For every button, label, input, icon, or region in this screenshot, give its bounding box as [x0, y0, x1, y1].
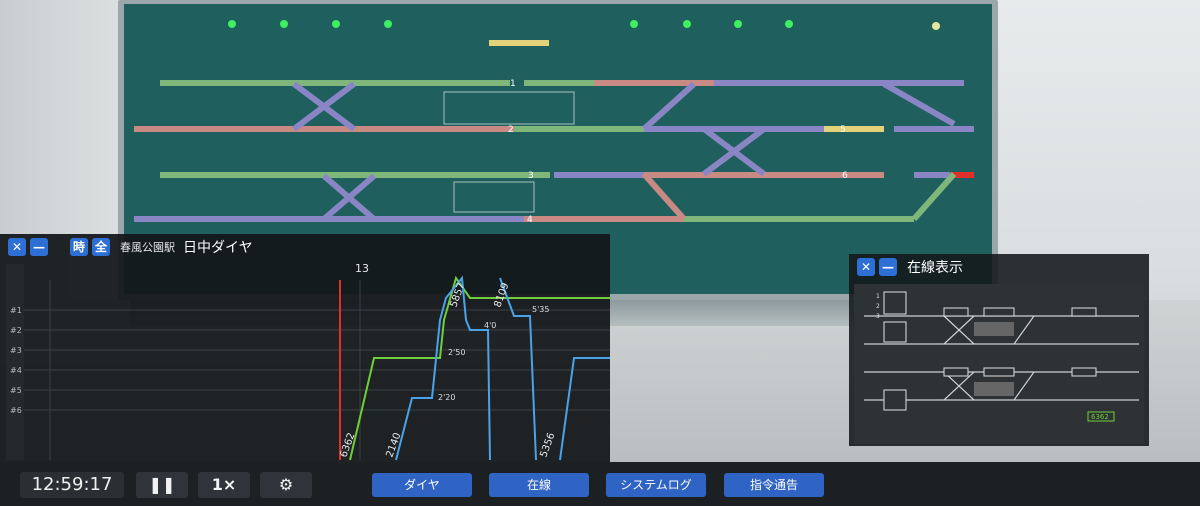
pause-button[interactable]: ❚❚ — [136, 472, 188, 498]
train-number: 5356 — [538, 431, 557, 459]
signal-lamp — [280, 20, 288, 28]
diagram-panel-header: ✕ — 時 全 春風公園駅 日中ダイヤ — [0, 234, 610, 260]
minimize-button[interactable]: — — [879, 258, 897, 276]
bottom-toolbar: 12:59:17 ❚❚ 1× ⚙ ダイヤ 在線 システムログ 指令通告 — [0, 462, 1200, 506]
row-label: #5 — [10, 386, 22, 395]
signal-lamp — [785, 20, 793, 28]
nav-dispatch-button[interactable]: 指令通告 — [724, 473, 824, 497]
signal-lamp — [683, 20, 691, 28]
track-2-right — [644, 126, 824, 132]
crossover — [911, 172, 957, 221]
diagram-chart: 13 #1 #2 #3 #4 #5 #6 6362 2140 5857 8109… — [6, 262, 610, 461]
settings-button[interactable]: ⚙ — [260, 472, 312, 498]
signal-lamp — [228, 20, 236, 28]
speed-button[interactable]: 1× — [198, 472, 250, 498]
time-note: 2'50 — [448, 348, 465, 357]
row-label: #3 — [10, 346, 22, 355]
diagram-panel: ✕ — 時 全 春風公園駅 日中ダイヤ 13 #1 #2 #3 #4 #5 #6 — [0, 234, 610, 462]
all-mode-button[interactable]: 全 — [92, 238, 110, 256]
platform-label: 1 — [876, 293, 880, 300]
station-name: 春風公園駅 — [120, 241, 175, 254]
track-2-mid — [514, 126, 644, 132]
signal-lamp — [384, 20, 392, 28]
close-button[interactable]: ✕ — [857, 258, 875, 276]
time-note: 2'20 — [438, 393, 455, 402]
signal-lamps-row — [228, 20, 940, 30]
time-note: 5'35 — [532, 305, 549, 314]
train-number: 8109 — [492, 281, 511, 309]
train-number: 6362 — [338, 431, 357, 459]
track-3-left — [160, 172, 550, 178]
minimize-button[interactable]: — — [30, 238, 48, 256]
platform-label: 3 — [876, 313, 880, 320]
track-2-occupied — [824, 126, 884, 132]
track-1-route — [594, 80, 714, 86]
row-label: #4 — [10, 366, 22, 375]
signal-lamp — [332, 20, 340, 28]
track-panel-title: 在線表示 — [907, 260, 963, 276]
track-1-left — [160, 80, 510, 86]
diagram-grid — [24, 280, 610, 460]
track-1-right — [714, 80, 964, 86]
track-number: 2 — [508, 125, 514, 135]
train-line-5857 — [349, 275, 610, 461]
track-number: 1 — [510, 79, 516, 89]
gear-icon: ⚙ — [278, 475, 294, 494]
signal-lamp — [630, 20, 638, 28]
track-schematic: 1 2 3 6362 — [854, 284, 1144, 444]
occupied-block — [974, 322, 1014, 336]
occupied-block — [974, 382, 1014, 396]
diagram-row-rail — [6, 264, 24, 460]
pause-icon: ❚❚ — [148, 475, 176, 494]
board-sign-plate — [489, 40, 549, 46]
track-panel-header: ✕ — 在線表示 — [849, 254, 1149, 280]
track-2-exit — [894, 126, 974, 132]
crossover — [641, 172, 687, 221]
diagram-title: 日中ダイヤ — [183, 240, 253, 256]
train-line-8109b — [499, 277, 537, 461]
track-occupancy-panel: ✕ — 在線表示 1 2 3 6362 — [849, 254, 1149, 446]
row-label: #6 — [10, 406, 22, 415]
track-1-mid — [524, 80, 594, 86]
train-line-5356 — [559, 357, 610, 461]
track-3-mid — [554, 172, 644, 178]
nav-system-log-button[interactable]: システムログ — [606, 473, 706, 497]
train-line-8109 — [395, 275, 491, 461]
track-number: 4 — [527, 215, 533, 225]
close-button[interactable]: ✕ — [8, 238, 26, 256]
board-placard — [443, 91, 575, 125]
platform-label: 2 — [876, 303, 880, 310]
track-number: 6 — [842, 171, 848, 181]
time-note: 4'0 — [484, 321, 496, 330]
crossover — [641, 81, 697, 132]
highlighted-train-number: 6362 — [1091, 413, 1109, 421]
time-mode-button[interactable]: 時 — [70, 238, 88, 256]
hour-label: 13 — [355, 262, 369, 275]
signal-lamp — [734, 20, 742, 28]
nav-track-button[interactable]: 在線 — [489, 473, 589, 497]
track-4-mid — [524, 216, 684, 222]
row-label: #1 — [10, 306, 22, 315]
track-2-left — [134, 126, 514, 132]
board-placard — [453, 181, 535, 213]
nav-diagram-button[interactable]: ダイヤ — [372, 473, 472, 497]
track-4-right — [684, 216, 914, 222]
row-label: #2 — [10, 326, 22, 335]
crossover — [882, 81, 956, 127]
track-number: 5 — [840, 125, 846, 135]
track-number: 3 — [528, 171, 534, 181]
clock-display: 12:59:17 — [20, 472, 124, 498]
signal-lamp — [932, 22, 940, 30]
